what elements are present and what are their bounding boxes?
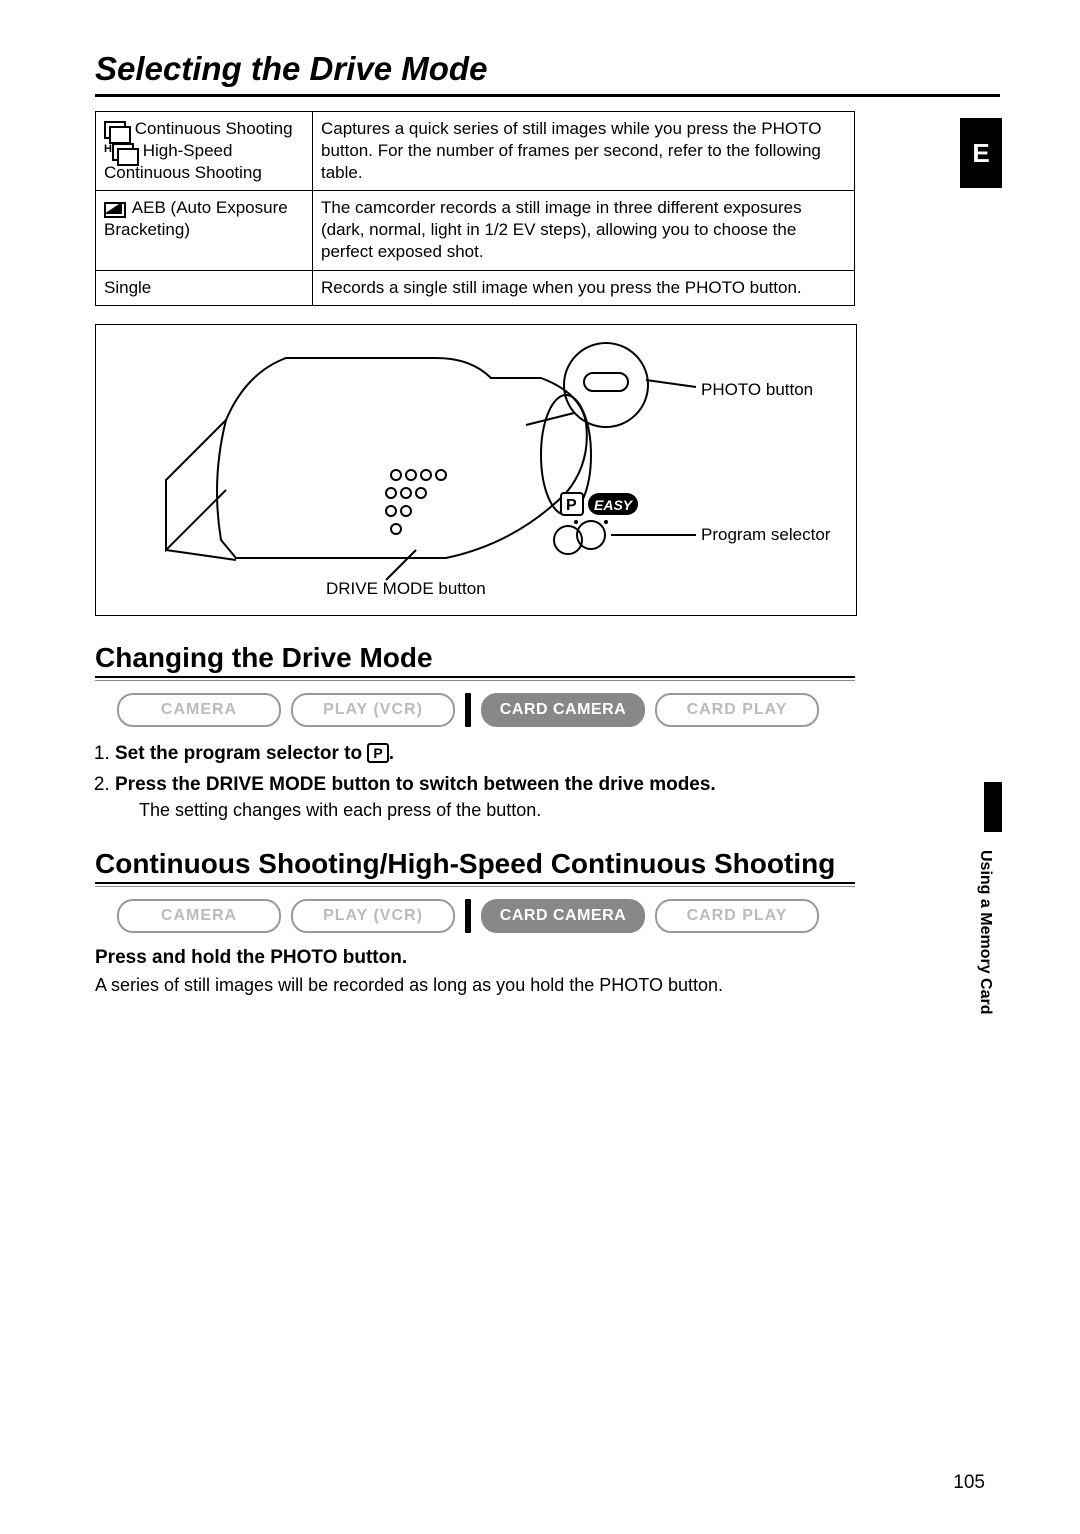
step-item: Press the DRIVE MODE button to switch be…: [115, 772, 1000, 822]
mode-chip-play-vcr: PLAY (VCR): [291, 693, 455, 727]
diagram-label-photo: PHOTO button: [701, 380, 813, 400]
svg-text:P: P: [566, 497, 577, 514]
camcorder-diagram: P EASY PHOTO button Program selector DRI…: [95, 324, 857, 616]
instruction-text: A series of still images will be recorde…: [95, 973, 1000, 997]
mode-desc-cell: Captures a quick series of still images …: [313, 112, 855, 191]
page-number: 105: [953, 1472, 985, 1494]
section-heading: Continuous Shooting/High-Speed Continuou…: [95, 848, 1000, 880]
section-tab-label: Using a Memory Card: [976, 850, 994, 1014]
manual-page: Selecting the Drive Mode E Continuous Sh…: [0, 0, 1080, 1534]
section-marker: [984, 782, 1002, 832]
mode-label: Continuous Shooting: [135, 119, 293, 138]
diagram-label-drive: DRIVE MODE button: [326, 579, 486, 599]
mode-separator: [465, 899, 471, 933]
mode-separator: [465, 693, 471, 727]
table-row: AEB (Auto Exposure Bracketing) The camco…: [96, 191, 855, 270]
continuous-icon: [104, 121, 126, 139]
table-row: Single Records a single still image when…: [96, 270, 855, 305]
mode-name-cell: AEB (Auto Exposure Bracketing): [96, 191, 313, 270]
section-rule: [95, 676, 855, 681]
mode-chip-card-camera: CARD CAMERA: [481, 899, 645, 933]
section-heading: Changing the Drive Mode: [95, 642, 1000, 674]
step-text: Press the DRIVE MODE button to switch be…: [115, 774, 716, 795]
mode-chip-card-play: CARD PLAY: [655, 899, 819, 933]
mode-indicator-row: CAMERA PLAY (VCR) CARD CAMERA CARD PLAY: [117, 899, 1000, 933]
mode-name-cell: Single: [96, 270, 313, 305]
step-subtext: The setting changes with each press of t…: [139, 798, 1000, 822]
p-mode-icon: P: [367, 743, 388, 763]
continuous-icon: [112, 143, 134, 161]
drive-modes-table: Continuous Shooting H High-Speed Continu…: [95, 111, 855, 306]
page-title: Selecting the Drive Mode: [95, 50, 1000, 88]
camcorder-svg: P EASY: [96, 325, 856, 615]
step-item: Set the program selector to P.: [115, 741, 1000, 767]
table-row: Continuous Shooting H High-Speed Continu…: [96, 112, 855, 191]
diagram-label-selector: Program selector: [701, 525, 830, 545]
steps-list: Set the program selector to P. Press the…: [115, 741, 1000, 823]
svg-text:EASY: EASY: [594, 497, 634, 513]
high-speed-h-icon: H: [104, 143, 112, 155]
mode-chip-card-play: CARD PLAY: [655, 693, 819, 727]
step-text: Set the program selector to: [115, 743, 367, 764]
title-rule: [95, 94, 1000, 97]
instruction-bold: Press and hold the PHOTO button.: [95, 947, 1000, 969]
section-rule: [95, 882, 855, 887]
mode-desc-cell: The camcorder records a still image in t…: [313, 191, 855, 270]
mode-desc-cell: Records a single still image when you pr…: [313, 270, 855, 305]
mode-label: AEB (Auto Exposure Bracketing): [104, 198, 288, 239]
aeb-icon: [104, 202, 124, 216]
mode-chip-camera: CAMERA: [117, 693, 281, 727]
mode-chip-play-vcr: PLAY (VCR): [291, 899, 455, 933]
mode-chip-card-camera: CARD CAMERA: [481, 693, 645, 727]
mode-indicator-row: CAMERA PLAY (VCR) CARD CAMERA CARD PLAY: [117, 693, 1000, 727]
mode-chip-camera: CAMERA: [117, 899, 281, 933]
language-tab: E: [960, 118, 1002, 188]
mode-name-cell: Continuous Shooting H High-Speed Continu…: [96, 112, 313, 191]
step-text: .: [389, 743, 394, 764]
